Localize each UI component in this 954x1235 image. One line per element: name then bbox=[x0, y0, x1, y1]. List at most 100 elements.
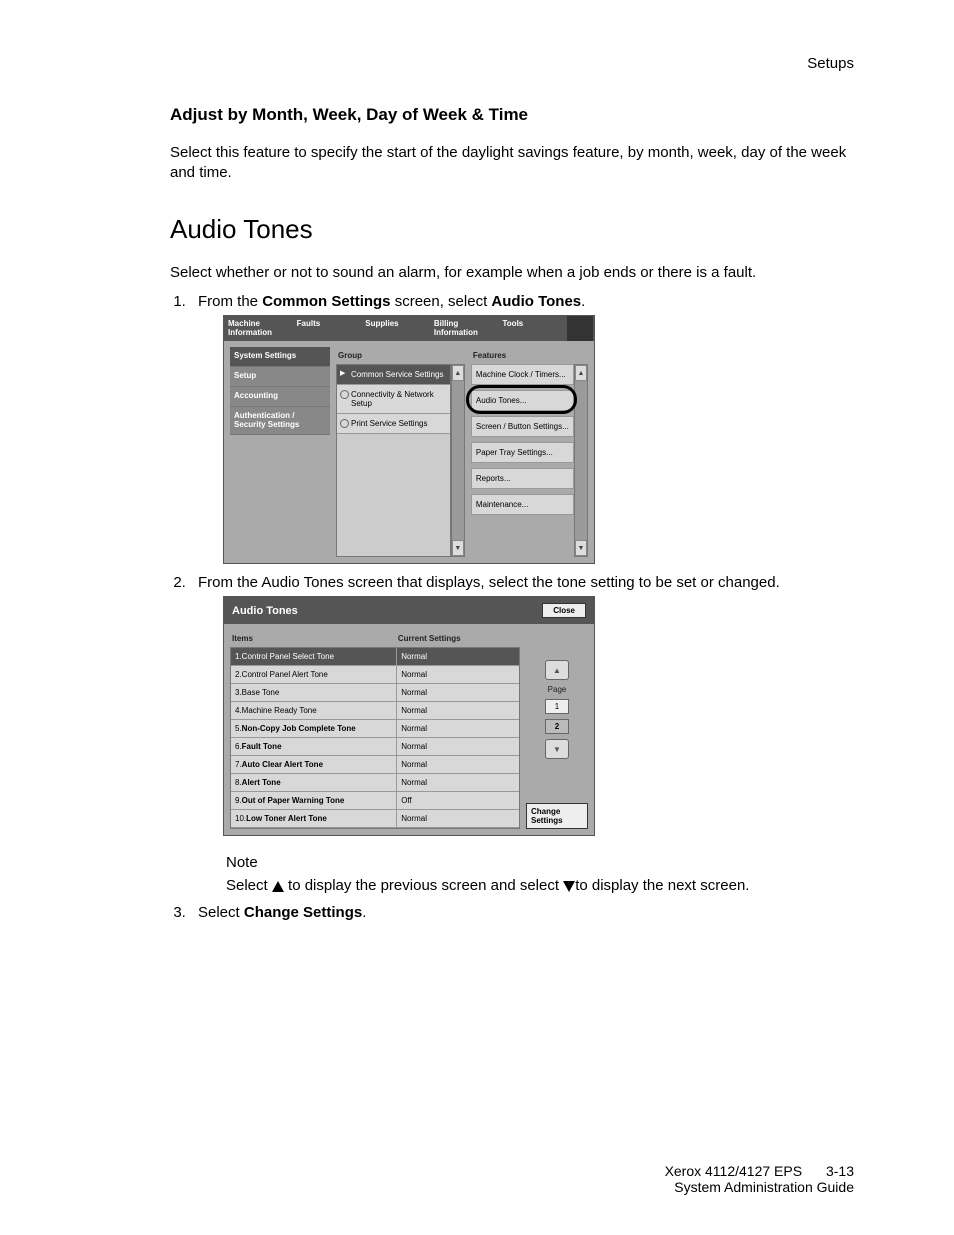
step2-text: From the Audio Tones screen that display… bbox=[198, 574, 780, 591]
sidebar-setup[interactable]: Setup bbox=[230, 367, 330, 387]
note-text: Select to display the previous screen an… bbox=[226, 877, 854, 894]
section2-title: Audio Tones bbox=[170, 214, 854, 245]
table-row[interactable]: 7.Auto Clear Alert ToneNormal bbox=[231, 756, 519, 774]
note-text-b: to display the previous screen and selec… bbox=[284, 877, 563, 894]
item-value: Normal bbox=[397, 666, 519, 683]
gear-icon bbox=[340, 390, 349, 399]
gear-icon bbox=[340, 419, 349, 428]
triangle-down-icon bbox=[563, 881, 575, 892]
tab-spacer bbox=[567, 316, 594, 342]
page-label: Page bbox=[548, 685, 567, 694]
item-value: Normal bbox=[397, 810, 519, 827]
table-row[interactable]: 2.Control Panel Alert ToneNormal bbox=[231, 666, 519, 684]
triangle-up-icon bbox=[272, 881, 284, 892]
step-2: From the Audio Tones screen that display… bbox=[190, 574, 854, 894]
step1-bold-b: Common Settings bbox=[262, 293, 390, 310]
item-name: 2.Control Panel Alert Tone bbox=[231, 666, 397, 683]
item-name: 7.Auto Clear Alert Tone bbox=[231, 756, 397, 773]
group-header: Group bbox=[336, 347, 465, 364]
scroll-down-icon[interactable]: ▼ bbox=[452, 540, 464, 556]
table-row[interactable]: 4.Machine Ready ToneNormal bbox=[231, 702, 519, 720]
step1-bold-d: Audio Tones bbox=[491, 293, 581, 310]
page-1[interactable]: 1 bbox=[545, 699, 569, 714]
item-name: 6.Fault Tone bbox=[231, 738, 397, 755]
item-value: Normal bbox=[397, 738, 519, 755]
feature-paper-tray[interactable]: Paper Tray Settings... bbox=[471, 442, 574, 463]
ss2-title-text: Audio Tones bbox=[232, 605, 298, 617]
group-common-service[interactable]: Common Service Settings bbox=[337, 365, 450, 385]
sidebar-accounting[interactable]: Accounting bbox=[230, 387, 330, 407]
feature-screen-button[interactable]: Screen / Button Settings... bbox=[471, 416, 574, 437]
group-connectivity[interactable]: Connectivity & Network Setup bbox=[337, 385, 450, 414]
close-button[interactable]: Close bbox=[542, 603, 586, 618]
page-footer: Xerox 4112/4127 EPS 3-13 System Administ… bbox=[665, 1163, 854, 1195]
audio-tones-table: 1.Control Panel Select ToneNormal2.Contr… bbox=[230, 647, 520, 829]
screenshot-tools-screen: Machine Information Faults Supplies Bill… bbox=[223, 315, 595, 565]
table-row[interactable]: 8.Alert ToneNormal bbox=[231, 774, 519, 792]
scroll-up-icon[interactable]: ▲ bbox=[575, 365, 587, 381]
table-row[interactable]: 6.Fault ToneNormal bbox=[231, 738, 519, 756]
table-row[interactable]: 10.Low Toner Alert ToneNormal bbox=[231, 810, 519, 828]
change-settings-button[interactable]: Change Settings bbox=[526, 803, 588, 829]
item-value: Normal bbox=[397, 702, 519, 719]
document-page: Setups Adjust by Month, Week, Day of Wee… bbox=[0, 0, 954, 1235]
item-name: 10.Low Toner Alert Tone bbox=[231, 810, 397, 827]
item-value: Normal bbox=[397, 756, 519, 773]
footer-page-number: 3-13 bbox=[826, 1163, 854, 1179]
page-2[interactable]: 2 bbox=[545, 719, 569, 734]
footer-product: Xerox 4112/4127 EPS bbox=[665, 1163, 803, 1179]
feature-machine-clock[interactable]: Machine Clock / Timers... bbox=[471, 364, 574, 385]
feature-maintenance[interactable]: Maintenance... bbox=[471, 494, 574, 515]
section1-body: Select this feature to specify the start… bbox=[170, 143, 854, 184]
section2-intro: Select whether or not to sound an alarm,… bbox=[170, 263, 854, 283]
note-text-c: to display the next screen. bbox=[575, 877, 749, 894]
step-1: From the Common Settings screen, select … bbox=[190, 293, 854, 565]
table-row[interactable]: 9.Out of Paper Warning ToneOff bbox=[231, 792, 519, 810]
table-row[interactable]: 5.Non-Copy Job Complete ToneNormal bbox=[231, 720, 519, 738]
screenshot-audio-tones: Audio Tones Close Items Current Settings… bbox=[223, 596, 595, 836]
feature-reports[interactable]: Reports... bbox=[471, 468, 574, 489]
item-value: Off bbox=[397, 792, 519, 809]
scroll-track[interactable] bbox=[452, 381, 464, 540]
group-print-service[interactable]: Print Service Settings bbox=[337, 414, 450, 434]
page-up-button[interactable]: ▲ bbox=[545, 660, 569, 680]
item-value: Normal bbox=[397, 774, 519, 791]
tab-billing[interactable]: Billing Information bbox=[430, 316, 499, 342]
group-connectivity-label: Connectivity & Network Setup bbox=[351, 390, 434, 408]
step1-text-e: . bbox=[581, 293, 585, 310]
item-name: 5.Non-Copy Job Complete Tone bbox=[231, 720, 397, 737]
step1-text-c: screen, select bbox=[391, 293, 492, 310]
item-name: 8.Alert Tone bbox=[231, 774, 397, 791]
header-category: Setups bbox=[807, 55, 854, 72]
scroll-down-icon[interactable]: ▼ bbox=[575, 540, 587, 556]
sidebar-auth-security[interactable]: Authentication / Security Settings bbox=[230, 407, 330, 436]
tab-supplies[interactable]: Supplies bbox=[361, 316, 430, 342]
ss1-sidebar: System Settings Setup Accounting Authent… bbox=[230, 347, 330, 557]
table-row[interactable]: 3.Base ToneNormal bbox=[231, 684, 519, 702]
scroll-track[interactable] bbox=[575, 381, 587, 540]
tab-machine-info[interactable]: Machine Information bbox=[224, 316, 293, 342]
item-name: 9.Out of Paper Warning Tone bbox=[231, 792, 397, 809]
note-text-a: Select bbox=[226, 877, 272, 894]
features-header: Features bbox=[471, 347, 588, 364]
step-3: Select Change Settings. bbox=[190, 904, 854, 921]
step3-text-a: Select bbox=[198, 904, 244, 921]
item-value: Normal bbox=[397, 684, 519, 701]
step1-text-a: From the bbox=[198, 293, 262, 310]
page-down-button[interactable]: ▼ bbox=[545, 739, 569, 759]
tab-tools[interactable]: Tools bbox=[499, 316, 568, 342]
note-label: Note bbox=[226, 854, 854, 871]
item-name: 1.Control Panel Select Tone bbox=[231, 648, 397, 665]
group-print-service-label: Print Service Settings bbox=[351, 419, 427, 428]
scroll-up-icon[interactable]: ▲ bbox=[452, 365, 464, 381]
group-scrollbar[interactable]: ▲ ▼ bbox=[451, 364, 465, 557]
tab-faults[interactable]: Faults bbox=[293, 316, 362, 342]
footer-guide: System Administration Guide bbox=[665, 1179, 854, 1195]
item-name: 3.Base Tone bbox=[231, 684, 397, 701]
step3-bold: Change Settings bbox=[244, 904, 362, 921]
steps-list: From the Common Settings screen, select … bbox=[170, 293, 854, 922]
sidebar-system-settings[interactable]: System Settings bbox=[230, 347, 330, 367]
table-row[interactable]: 1.Control Panel Select ToneNormal bbox=[231, 648, 519, 666]
feature-audio-tones[interactable]: Audio Tones... bbox=[471, 390, 574, 411]
col-items: Items bbox=[232, 634, 398, 643]
